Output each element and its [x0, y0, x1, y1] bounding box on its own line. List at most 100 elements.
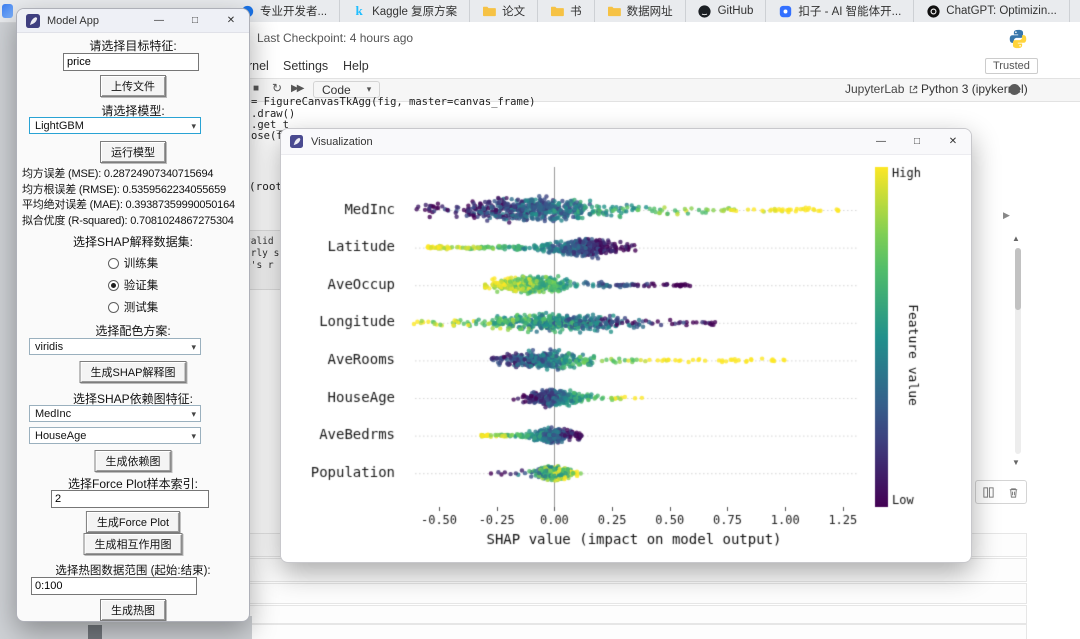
- external-link-icon: [908, 84, 919, 95]
- folder-icon: [482, 4, 496, 18]
- model-close-button[interactable]: ✕: [213, 9, 249, 32]
- radio-train-label: 训练集: [124, 255, 159, 271]
- generate-shap-button[interactable]: 生成SHAP解释图: [80, 361, 187, 383]
- browser-tab[interactable]: 论文: [470, 0, 538, 22]
- tab-label: GitHub: [718, 5, 754, 17]
- tab-label: 专业开发者...: [260, 3, 327, 19]
- metric-rmse: 均方根误差 (RMSE): 0.5359562234055659: [22, 183, 235, 199]
- chevron-down-icon: ▾: [191, 406, 196, 423]
- folder-icon: [607, 4, 621, 18]
- cell-toolbar: [975, 480, 1027, 504]
- browser-tab[interactable]: GitHub: [686, 0, 767, 22]
- interrupt-kernel-icon[interactable]: ■: [253, 83, 259, 94]
- model-maximize-button[interactable]: □: [177, 9, 213, 32]
- model-app-window: Model App — □ ✕ 请选择目标特征: 上传文件 请选择模型: Lig…: [16, 8, 250, 622]
- run-all-icon[interactable]: ▶▶: [291, 83, 302, 94]
- generate-heatmap-button[interactable]: 生成热图: [100, 599, 166, 621]
- empty-cell[interactable]: [239, 605, 1027, 624]
- model-app-titlebar[interactable]: Model App — □ ✕: [17, 9, 249, 33]
- checkpoint-text: Last Checkpoint: 4 hours ago: [257, 31, 413, 45]
- viz-titlebar[interactable]: Visualization — □ ✕: [281, 129, 971, 155]
- radio-test[interactable]: 测试集: [17, 299, 249, 315]
- chatgpt-icon: [926, 4, 940, 18]
- generate-dependence-button[interactable]: 生成依赖图: [95, 450, 172, 472]
- browser-tab[interactable]: kKaggle 复原方案: [340, 0, 470, 22]
- browser-tab[interactable]: ChatGPT: Optimizin...: [914, 0, 1070, 22]
- metric-mse: 均方误差 (MSE): 0.28724907340715694: [22, 167, 235, 183]
- metric-r2: 拟合优度 (R-squared): 0.7081024867275304: [22, 214, 235, 230]
- colormap-label: 选择配色方案:: [17, 322, 249, 339]
- radio-test-circle: [108, 302, 119, 313]
- model-combobox-value: LightGBM: [35, 120, 84, 132]
- tab-label: ChatGPT: Optimizin...: [946, 5, 1057, 17]
- colormap-combobox-value: viridis: [35, 341, 63, 353]
- radio-train-circle: [108, 258, 119, 269]
- scrollbar-down-arrow[interactable]: ▼: [1012, 458, 1020, 467]
- empty-cell[interactable]: [239, 583, 1027, 604]
- restart-kernel-icon[interactable]: ↻: [272, 81, 282, 95]
- metrics-block: 均方误差 (MSE): 0.28724907340715694 均方根误差 (R…: [22, 167, 235, 229]
- model-app-title: Model App: [47, 15, 99, 27]
- heatmap-range-input[interactable]: [31, 577, 197, 595]
- run-model-button[interactable]: 运行模型: [100, 141, 166, 163]
- generate-interaction-button[interactable]: 生成相互作用图: [84, 533, 183, 555]
- colormap-combobox[interactable]: viridis ▾: [29, 338, 201, 355]
- generate-force-plot-button[interactable]: 生成Force Plot: [86, 511, 180, 533]
- insert-column-icon[interactable]: [982, 486, 995, 499]
- browser-tab[interactable]: 数据网址: [595, 0, 686, 22]
- target-feature-input[interactable]: [63, 53, 199, 71]
- tab-label: 书: [570, 3, 582, 19]
- dependence-feature2-value: HouseAge: [35, 430, 86, 442]
- kaggle-icon: k: [352, 4, 366, 18]
- shap-beeswarm-canvas: [281, 155, 969, 561]
- model-minimize-button[interactable]: —: [141, 9, 177, 32]
- force-plot-index-input[interactable]: [51, 490, 209, 508]
- tab-label: 数据网址: [627, 3, 673, 19]
- cell-type-value: Code: [322, 83, 351, 97]
- viz-window-icon: [290, 135, 304, 149]
- viz-close-button[interactable]: ✕: [935, 129, 971, 154]
- empty-cell[interactable]: [239, 624, 1027, 639]
- upload-file-button[interactable]: 上传文件: [100, 75, 166, 97]
- chevron-down-icon: ▾: [367, 84, 372, 95]
- radio-test-label: 测试集: [124, 299, 159, 315]
- menu-settings[interactable]: Settings: [283, 59, 328, 73]
- shap-dataset-label: 选择SHAP解释数据集:: [17, 233, 249, 250]
- metric-mae: 平均绝对误差 (MAE): 0.39387359990050164: [22, 198, 235, 214]
- kernel-status-icon: [1009, 84, 1020, 95]
- scrollbar[interactable]: [1015, 248, 1021, 454]
- menu-help[interactable]: Help: [343, 59, 369, 73]
- viz-minimize-button[interactable]: —: [863, 129, 899, 154]
- taskbar-fragment: [88, 625, 102, 639]
- chevron-down-icon: ▾: [191, 428, 196, 445]
- github-icon: [698, 4, 712, 18]
- radio-valid-label: 验证集: [124, 277, 159, 293]
- trash-icon[interactable]: [1007, 486, 1020, 499]
- dependence-feature1-value: MedInc: [35, 408, 71, 420]
- viz-maximize-button[interactable]: □: [899, 129, 935, 154]
- trusted-badge[interactable]: Trusted: [985, 58, 1038, 74]
- scrollbar-up-arrow[interactable]: ▲: [1012, 234, 1020, 243]
- heatmap-range-label: 选择热图数据范围 (起始:结束):: [17, 562, 249, 578]
- chevron-down-icon: ▾: [191, 118, 196, 135]
- dependence-feature2-combobox[interactable]: HouseAge ▾: [29, 427, 201, 444]
- output-collapser-arrow[interactable]: ▶: [1003, 210, 1010, 221]
- app-blue-icon: [778, 4, 792, 18]
- dependence-feature1-combobox[interactable]: MedInc ▾: [29, 405, 201, 422]
- model-app-icon: [26, 14, 40, 28]
- radio-valid[interactable]: 验证集: [17, 277, 249, 293]
- model-combobox[interactable]: LightGBM ▾: [29, 117, 201, 134]
- viz-window-title: Visualization: [311, 136, 373, 148]
- browser-tab[interactable]: 扣子 - AI 智能体开...: [766, 0, 914, 22]
- target-feature-label: 请选择目标特征:: [17, 37, 249, 54]
- radio-valid-circle: [108, 280, 119, 291]
- partial-tab-icon: [2, 4, 13, 18]
- scrollbar-thumb[interactable]: [1015, 248, 1021, 310]
- python-logo: [1007, 28, 1029, 50]
- jupyterlab-label: JupyterLab: [845, 82, 904, 96]
- radio-train[interactable]: 训练集: [17, 255, 249, 271]
- folder-icon: [550, 4, 564, 18]
- jupyterlab-link[interactable]: JupyterLab: [845, 82, 919, 96]
- code-line: = FigureCanvasTkAgg(fig, master=canvas_f…: [251, 96, 535, 108]
- browser-tab[interactable]: 书: [538, 0, 595, 22]
